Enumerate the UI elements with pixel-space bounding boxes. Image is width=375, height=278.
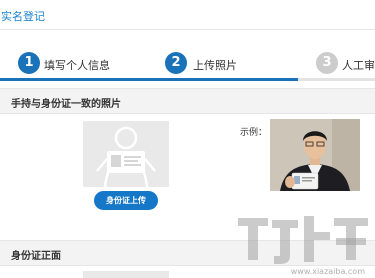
person-holding-id-icon — [96, 126, 156, 187]
progress-fill — [0, 78, 298, 81]
step-number: 3 — [316, 52, 338, 74]
id-front-placeholder[interactable] — [83, 271, 169, 278]
step-label: 填写个人信息 — [44, 59, 110, 72]
step-number: 2 — [165, 52, 187, 74]
step-label: 人工审核 — [342, 59, 375, 72]
watermark-logo: www.xiazaiba.com — [232, 210, 375, 278]
step-indicator: 1 填写个人信息 2 上传照片 3 人工审核 — [0, 40, 375, 80]
page-title: 实名登记 — [1, 10, 45, 23]
id-upload-button[interactable]: 身份证上传 — [94, 191, 158, 210]
upload-placeholder-image[interactable] — [83, 121, 169, 187]
example-label: 示例： — [240, 128, 268, 138]
step-label: 上传照片 — [193, 59, 237, 72]
example-person-image — [270, 119, 360, 191]
section-heading-handheld: 手持与身份证一致的照片 — [0, 88, 375, 114]
section-heading-text: 手持与身份证一致的照片 — [11, 99, 121, 110]
example-photo — [270, 119, 360, 191]
watermark-url: www.xiazaiba.com — [290, 267, 365, 276]
section-heading-text: 身份证正面 — [11, 251, 61, 262]
title-bar: 实名登记 — [0, 0, 375, 30]
step-number: 1 — [18, 52, 40, 74]
